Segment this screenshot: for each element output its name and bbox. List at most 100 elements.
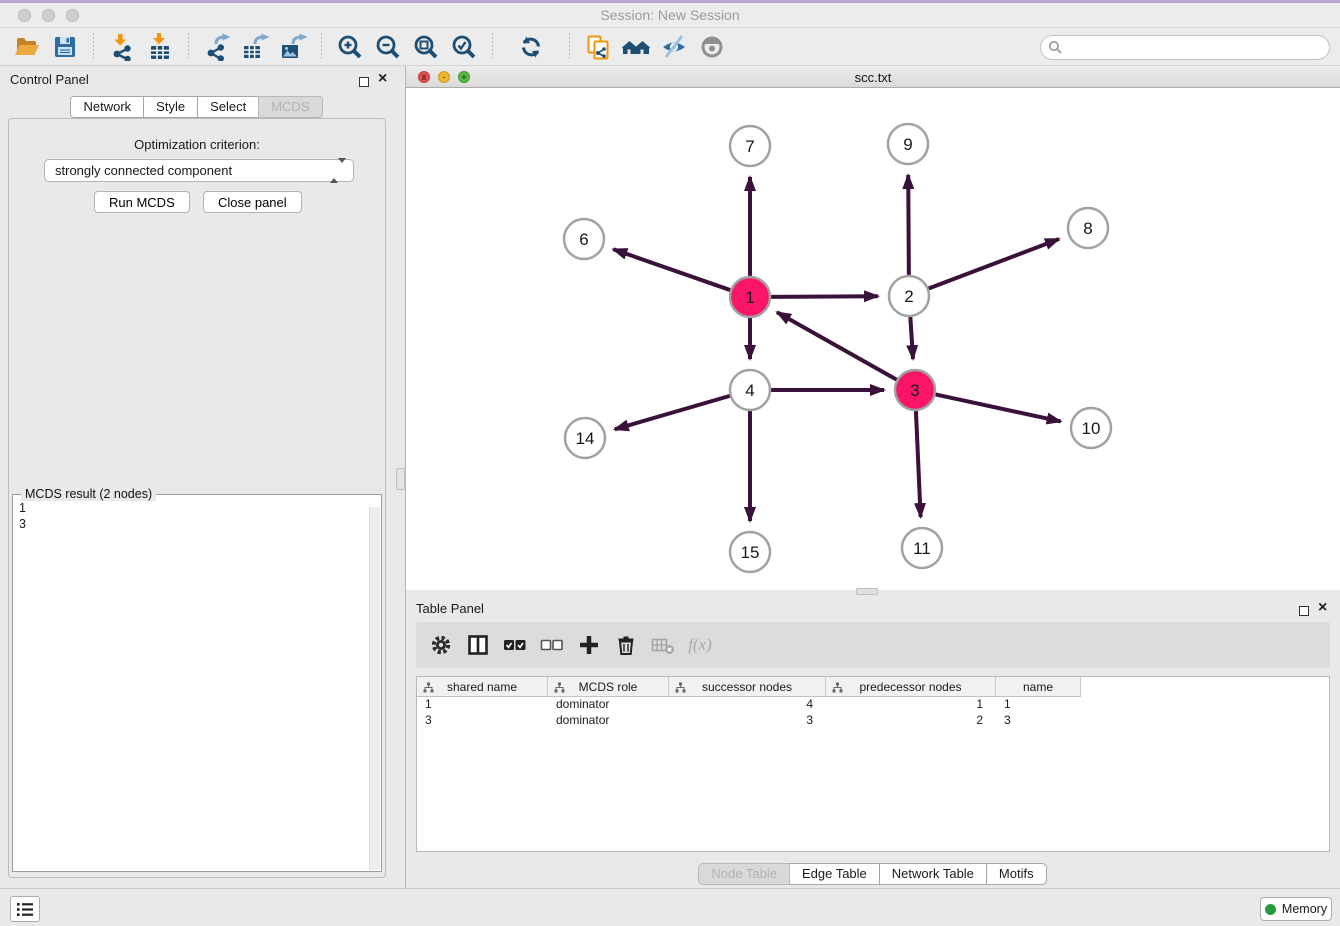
graph-edge-2-9[interactable] — [908, 175, 909, 275]
graph-edge-2-8[interactable] — [929, 239, 1059, 289]
column-header-MCDS-role[interactable]: MCDS role — [548, 677, 669, 697]
zoom-in-icon[interactable] — [335, 32, 365, 62]
graph-edge-3-1[interactable] — [777, 312, 897, 379]
horizontal-splitter-handle[interactable] — [856, 588, 878, 595]
hide-selected-icon[interactable] — [659, 32, 689, 62]
control-panel-tabs: NetworkStyleSelectMCDS — [0, 96, 394, 118]
first-neighbors-icon[interactable] — [621, 32, 651, 62]
network-graph[interactable]: 7 9 6 8 1 2 4 3 14 10 15 11 — [406, 88, 1340, 590]
status-bar — [0, 888, 1340, 926]
export-network-icon[interactable] — [202, 32, 232, 62]
graph-node-11[interactable]: 11 — [902, 528, 942, 568]
graph-node-4[interactable]: 4 — [730, 370, 770, 410]
add-column-icon[interactable] — [576, 632, 602, 658]
delete-column-icon[interactable] — [613, 632, 639, 658]
tab-network[interactable]: Network — [70, 96, 144, 118]
table-toolbar: f(x) — [416, 622, 1330, 668]
column-header-predecessor-nodes[interactable]: predecessor nodes — [826, 677, 996, 697]
graph-node-8[interactable]: 8 — [1068, 208, 1108, 248]
task-history-button[interactable] — [10, 896, 40, 922]
tab-style[interactable]: Style — [143, 96, 198, 118]
graph-node-1[interactable]: 1 — [730, 277, 770, 317]
apply-layout-icon[interactable] — [516, 32, 546, 62]
import-table-icon[interactable] — [145, 32, 175, 62]
tab-node-table[interactable]: Node Table — [698, 863, 790, 885]
select-all-columns-icon[interactable] — [502, 632, 528, 658]
zoom-fit-icon[interactable] — [411, 32, 441, 62]
memory-label: Memory — [1282, 902, 1327, 916]
cell-successor-nodes: 4 — [669, 697, 826, 713]
graph-edge-2-3[interactable] — [910, 317, 913, 359]
graph-node-15[interactable]: 15 — [730, 532, 770, 572]
column-selector-icon[interactable] — [465, 632, 491, 658]
graph-node-7[interactable]: 7 — [730, 126, 770, 166]
run-mcds-button[interactable]: Run MCDS — [94, 191, 190, 213]
tab-edge-table[interactable]: Edge Table — [789, 863, 880, 885]
optimization-criterion-label: Optimization criterion: — [8, 137, 386, 152]
control-panel-close-icon[interactable]: × — [378, 74, 387, 84]
graph-node-6[interactable]: 6 — [564, 219, 604, 259]
memory-button[interactable]: Memory — [1260, 897, 1332, 921]
tab-network-table[interactable]: Network Table — [879, 863, 987, 885]
node-table[interactable]: shared name MCDS role successor nodes prede… — [416, 676, 1330, 852]
zoom-out-icon[interactable] — [373, 32, 403, 62]
graph-node-10[interactable]: 10 — [1071, 408, 1111, 448]
open-session-icon[interactable] — [12, 32, 42, 62]
node-label: 2 — [904, 287, 913, 306]
zoom-selected-icon[interactable] — [449, 32, 479, 62]
table-row[interactable]: 1dominator411 — [417, 697, 1329, 713]
clone-network-icon[interactable] — [583, 32, 613, 62]
graph-node-2[interactable]: 2 — [889, 276, 929, 316]
criterion-dropdown[interactable]: strongly connected component — [44, 159, 354, 182]
hierarchy-icon — [832, 682, 843, 696]
search-field — [1040, 35, 1330, 60]
node-label: 9 — [903, 135, 912, 154]
table-panel-float-icon[interactable] — [1299, 603, 1309, 621]
graph-node-3[interactable]: 3 — [895, 370, 935, 410]
graph-edge-3-10[interactable] — [936, 394, 1061, 421]
vertical-splitter-handle[interactable] — [396, 468, 405, 490]
close-panel-button[interactable]: Close panel — [203, 191, 302, 213]
show-all-icon[interactable] — [697, 32, 727, 62]
graph-edge-1-2[interactable] — [771, 296, 878, 297]
save-session-icon[interactable] — [50, 32, 80, 62]
export-table-icon[interactable] — [240, 32, 270, 62]
node-label: 1 — [745, 288, 754, 307]
tab-select[interactable]: Select — [197, 96, 259, 118]
column-header-successor-nodes[interactable]: successor nodes — [669, 677, 826, 697]
node-label: 7 — [745, 137, 754, 156]
column-header-shared-name[interactable]: shared name — [417, 677, 548, 697]
node-label: 3 — [910, 381, 919, 400]
node-label: 4 — [745, 381, 754, 400]
cell-shared-name: 3 — [417, 713, 548, 729]
toolbar-separator — [569, 33, 570, 61]
toolbar-separator — [492, 33, 493, 61]
node-label: 6 — [579, 230, 588, 249]
import-network-icon[interactable] — [107, 32, 137, 62]
toolbar-separator — [93, 33, 94, 61]
column-label: MCDS role — [579, 680, 638, 694]
table-row[interactable]: 3dominator323 — [417, 713, 1329, 729]
hierarchy-icon — [554, 682, 565, 696]
graph-edge-4-14[interactable] — [615, 396, 730, 429]
toolbar-separator — [321, 33, 322, 61]
export-image-icon[interactable] — [278, 32, 308, 62]
search-input[interactable] — [1040, 35, 1330, 60]
tab-mcds[interactable]: MCDS — [258, 96, 322, 118]
column-label: successor nodes — [702, 680, 792, 694]
graph-edge-3-11[interactable] — [916, 411, 921, 517]
graph-edge-1-6[interactable] — [613, 249, 730, 290]
graph-node-14[interactable]: 14 — [565, 418, 605, 458]
deselect-all-columns-icon[interactable] — [539, 632, 565, 658]
column-header-name[interactable]: name — [996, 677, 1081, 697]
control-panel-float-icon[interactable] — [359, 74, 369, 92]
tab-motifs[interactable]: Motifs — [986, 863, 1047, 885]
network-canvas[interactable]: 7 9 6 8 1 2 4 3 14 10 15 11 — [406, 88, 1340, 590]
app-title: Session: New Session — [0, 7, 1340, 23]
graph-node-9[interactable]: 9 — [888, 124, 928, 164]
column-label: shared name — [447, 680, 517, 694]
settings-gear-icon[interactable] — [428, 632, 454, 658]
table-panel-close-icon[interactable]: × — [1318, 603, 1327, 613]
result-scrollbar[interactable] — [369, 507, 380, 870]
hierarchy-icon — [675, 682, 686, 696]
